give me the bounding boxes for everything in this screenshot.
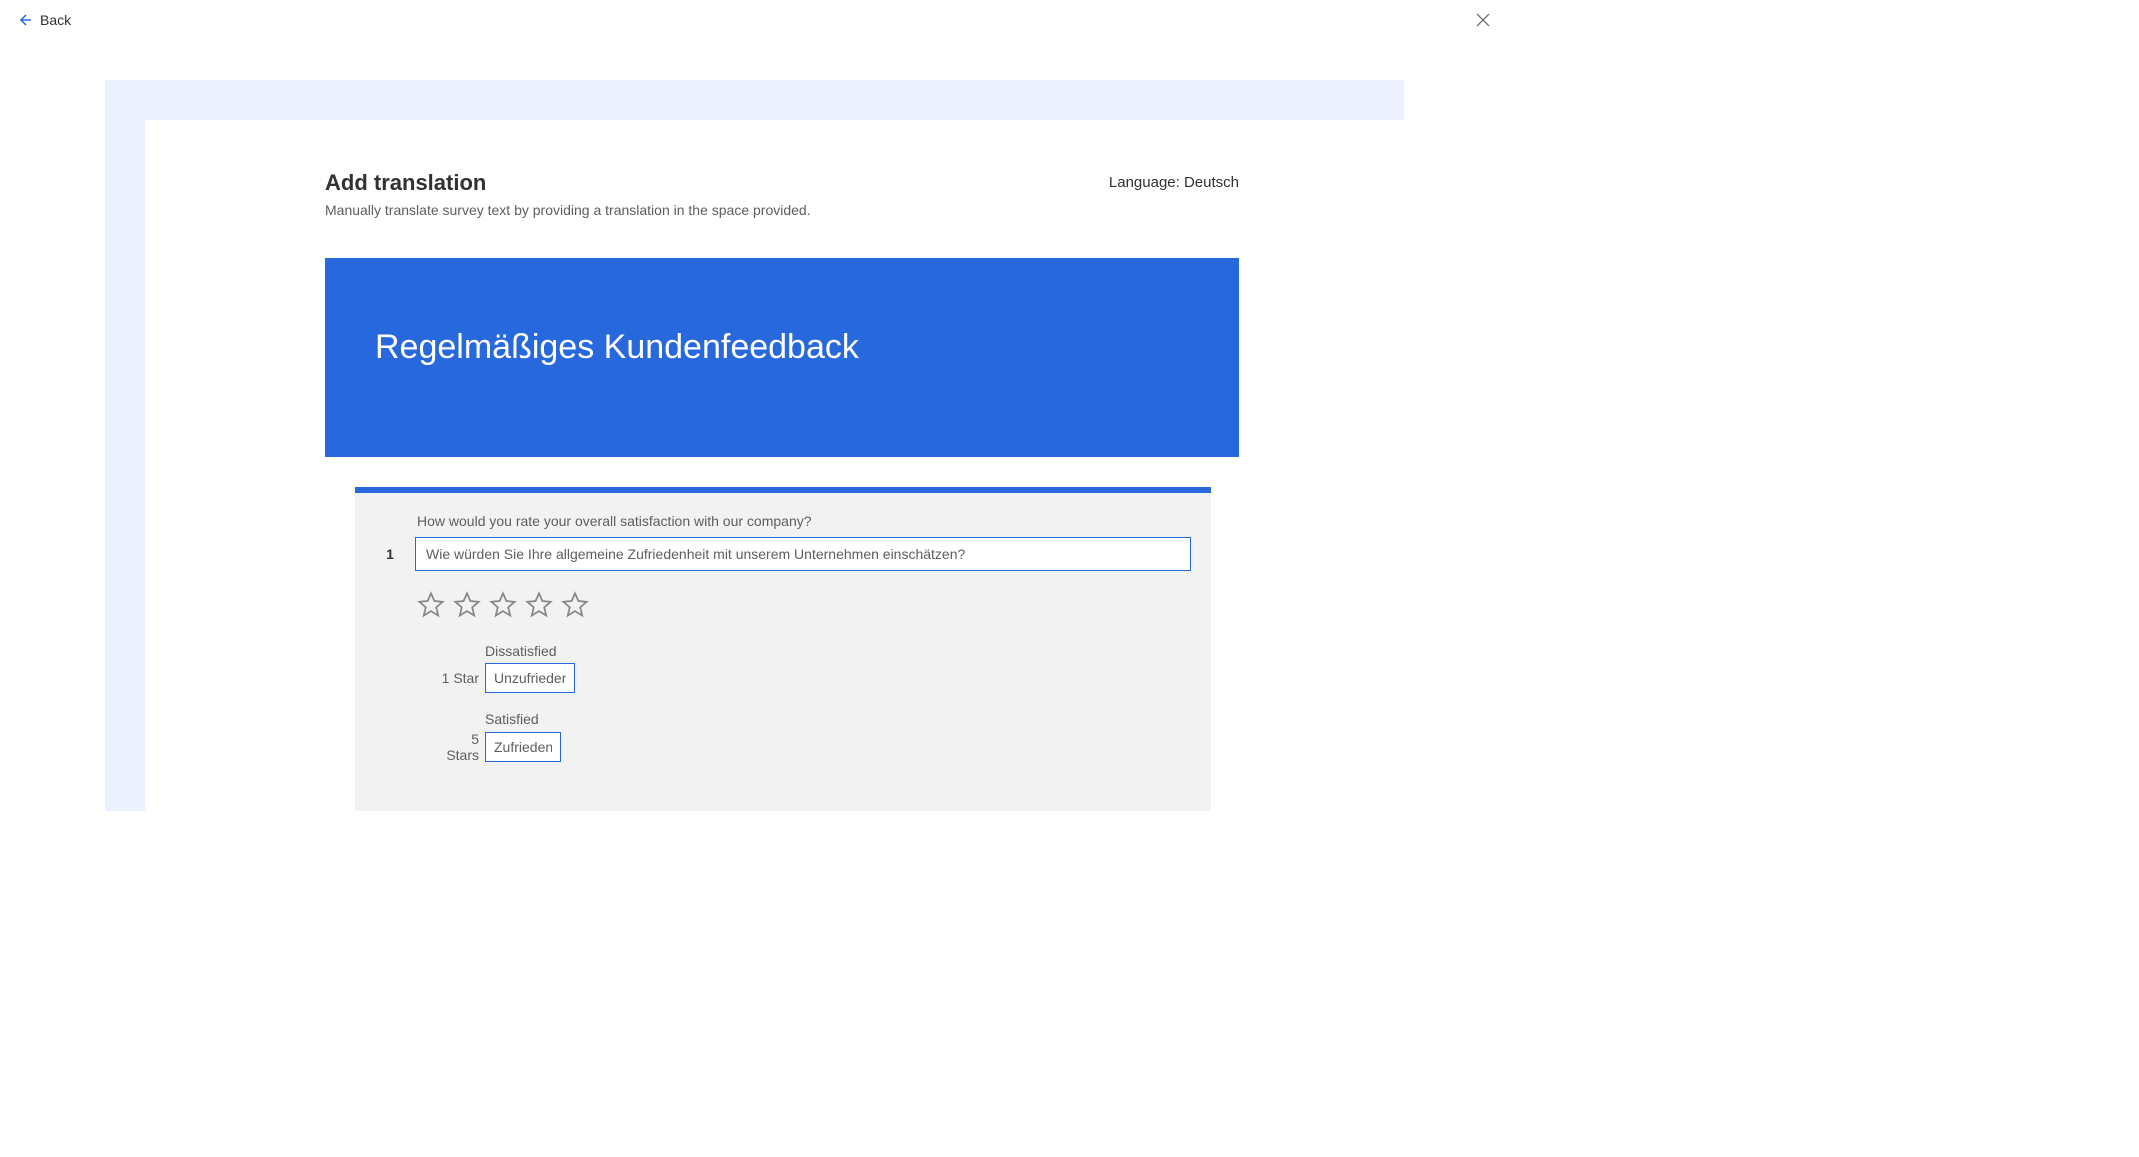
header-section: Add translation Manually translate surve… [145,170,1404,218]
page-title: Add translation [325,170,1109,196]
page-subtitle: Manually translate survey text by provid… [325,202,1109,218]
star-icon [525,591,553,619]
question-translation-input[interactable] [415,537,1191,571]
back-arrow-icon [16,12,32,28]
inner-panel: Add translation Manually translate surve… [145,120,1404,811]
rating-labels: Dissatisfied 1 Star Satisfied 5 Stars [437,643,1191,763]
rating-low-source-label: Dissatisfied [485,643,1191,659]
star-icon [417,591,445,619]
rating-high-source-label: Satisfied [485,711,1191,727]
rating-high-row: 5 Stars [437,731,1191,763]
survey-title-banner: Regelmäßiges Kundenfeedback [325,258,1239,457]
rating-low-row: 1 Star [437,663,1191,693]
back-button[interactable]: Back [16,12,71,28]
rating-low-translation-input[interactable] [485,663,575,693]
close-button[interactable] [1473,10,1493,30]
rating-low-prefix: 1 Star [437,670,479,686]
back-label: Back [40,12,71,28]
question-row: 1 [375,537,1191,571]
outer-container: Add translation Manually translate surve… [105,80,1404,811]
star-icon [561,591,589,619]
language-label: Language: Deutsch [1109,170,1239,191]
question-source-text: How would you rate your overall satisfac… [417,513,1191,529]
rating-high-prefix: 5 Stars [437,731,479,763]
survey-title: Regelmäßiges Kundenfeedback [375,328,1189,367]
rating-high-group: Satisfied 5 Stars [437,711,1191,763]
stars-row [417,591,1191,619]
header-left: Add translation Manually translate surve… [325,170,1109,218]
question-block: How would you rate your overall satisfac… [355,487,1211,811]
close-icon [1476,13,1490,27]
rating-high-translation-input[interactable] [485,732,561,762]
star-icon [453,591,481,619]
question-number: 1 [375,546,405,562]
rating-low-group: Dissatisfied 1 Star [437,643,1191,693]
top-bar: Back [0,0,1509,40]
star-icon [489,591,517,619]
